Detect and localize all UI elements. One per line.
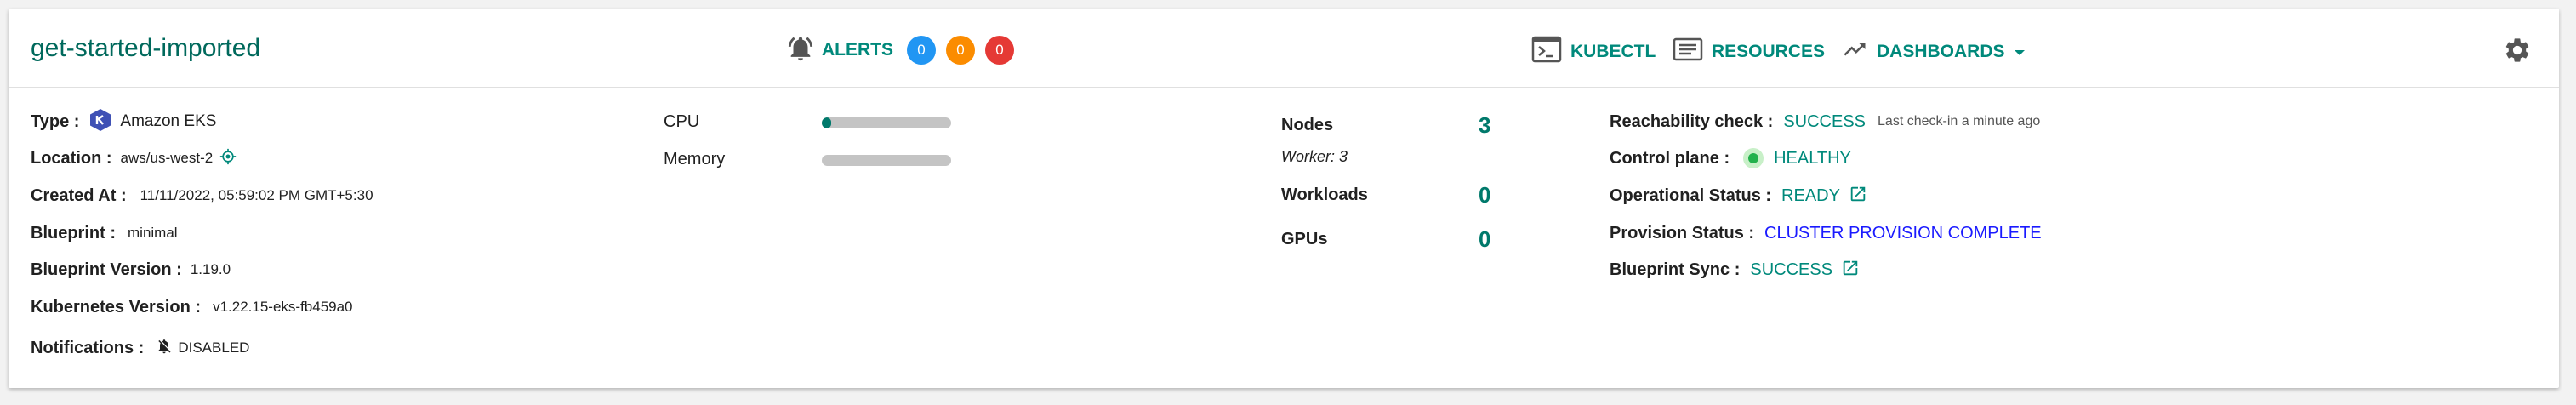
cpu-usage-bar bbox=[822, 117, 951, 128]
workloads-value[interactable]: 0 bbox=[1479, 182, 1490, 208]
healthy-status-dot-icon bbox=[1743, 148, 1764, 168]
resources-button[interactable]: RESOURCES bbox=[1673, 37, 1825, 66]
resources-label: RESOURCES bbox=[1712, 42, 1826, 61]
worker-count: Worker: 3 bbox=[1281, 148, 1348, 165]
alerts-section[interactable]: ALERTS 0 0 0 bbox=[786, 34, 1024, 66]
blueprint-version-row: Blueprint Version : 1.19.0 bbox=[31, 257, 231, 282]
memory-usage-bar bbox=[822, 155, 951, 166]
alert-count-warning-badge[interactable]: 0 bbox=[946, 36, 975, 65]
blueprint-version-label: Blueprint Version : bbox=[31, 260, 182, 279]
bell-alert-icon bbox=[786, 34, 815, 67]
workloads-label: Workloads bbox=[1281, 185, 1368, 204]
list-box-icon bbox=[1673, 37, 1712, 67]
open-external-icon[interactable] bbox=[1841, 259, 1860, 282]
blueprint-version-value: 1.19.0 bbox=[190, 261, 231, 277]
cpu-usage-fill bbox=[822, 117, 831, 128]
control-plane-label: Control plane : bbox=[1610, 148, 1730, 168]
reachability-label: Reachability check : bbox=[1610, 111, 1774, 131]
provision-status-row: Provision Status : CLUSTER PROVISION COM… bbox=[1610, 220, 2042, 246]
created-at-label: Created At : bbox=[31, 185, 127, 205]
trending-up-icon bbox=[1841, 37, 1877, 67]
card-header: get-started-imported ALERTS 0 0 0 KUBECT… bbox=[9, 9, 2559, 88]
kubectl-button[interactable]: KUBECTL bbox=[1531, 35, 1656, 69]
notifications-value: DISABLED bbox=[178, 339, 250, 356]
location-value: aws/us-west-2 bbox=[120, 150, 214, 166]
operational-status-row: Operational Status : READY bbox=[1610, 183, 1867, 208]
terminal-icon bbox=[1531, 35, 1570, 69]
cpu-label: CPU bbox=[664, 112, 700, 131]
operational-status-value: READY bbox=[1781, 185, 1840, 205]
dashboards-dropdown[interactable]: DASHBOARDS bbox=[1841, 37, 2034, 66]
gear-icon bbox=[2503, 38, 2532, 68]
blueprint-sync-label: Blueprint Sync : bbox=[1610, 260, 1741, 279]
reachability-row: Reachability check : SUCCESS Last check-… bbox=[1610, 109, 2040, 134]
location-row: Location : aws/us-west-2 bbox=[31, 145, 237, 171]
kubectl-label: KUBECTL bbox=[1570, 42, 1656, 61]
blueprint-value: minimal bbox=[128, 225, 178, 241]
settings-gear-button[interactable] bbox=[2503, 36, 2532, 69]
gpus-value[interactable]: 0 bbox=[1479, 226, 1490, 253]
operational-status-label: Operational Status : bbox=[1610, 185, 1772, 205]
eks-logo-icon bbox=[89, 108, 111, 136]
nodes-label: Nodes bbox=[1281, 116, 1334, 134]
bell-off-icon[interactable] bbox=[156, 338, 173, 359]
notifications-row: Notifications : DISABLED bbox=[31, 335, 249, 361]
blueprint-sync-value: SUCCESS bbox=[1750, 260, 1833, 279]
notifications-label: Notifications : bbox=[31, 338, 145, 357]
kubernetes-version-label: Kubernetes Version : bbox=[31, 297, 202, 317]
cluster-card: get-started-imported ALERTS 0 0 0 KUBECT… bbox=[9, 9, 2559, 388]
kubernetes-version-value: v1.22.15-eks-fb459a0 bbox=[213, 299, 353, 315]
kubernetes-version-row: Kubernetes Version : v1.22.15-eks-fb459a… bbox=[31, 294, 353, 320]
type-row: Type : Amazon EKS bbox=[31, 108, 217, 136]
reachability-value: SUCCESS bbox=[1783, 111, 1866, 131]
type-value: Amazon EKS bbox=[120, 112, 217, 130]
created-at-row: Created At : 11/11/2022, 05:59:02 PM GMT… bbox=[31, 183, 373, 208]
alerts-label: ALERTS bbox=[822, 40, 893, 60]
location-label: Location : bbox=[31, 148, 112, 168]
provision-status-label: Provision Status : bbox=[1610, 223, 1755, 242]
cluster-name-link[interactable]: get-started-imported bbox=[31, 34, 260, 63]
type-label: Type : bbox=[31, 111, 80, 131]
open-external-icon[interactable] bbox=[1849, 185, 1867, 208]
dashboards-label: DASHBOARDS bbox=[1877, 42, 2005, 61]
blueprint-label: Blueprint : bbox=[31, 223, 116, 242]
memory-label: Memory bbox=[664, 150, 726, 168]
gpus-label: GPUs bbox=[1281, 230, 1328, 248]
last-checkin-text: Last check-in a minute ago bbox=[1878, 114, 2041, 128]
caret-down-icon bbox=[2014, 42, 2034, 62]
created-at-value: 11/11/2022, 05:59:02 PM GMT+5:30 bbox=[140, 187, 373, 203]
blueprint-row: Blueprint : minimal bbox=[31, 220, 178, 246]
nodes-value[interactable]: 3 bbox=[1479, 112, 1490, 139]
alert-count-critical-badge[interactable]: 0 bbox=[985, 36, 1014, 65]
alert-count-info-badge[interactable]: 0 bbox=[907, 36, 936, 65]
control-plane-row: Control plane : HEALTHY bbox=[1610, 145, 1851, 171]
provision-status-value[interactable]: CLUSTER PROVISION COMPLETE bbox=[1764, 224, 2042, 243]
location-target-icon[interactable] bbox=[219, 148, 237, 169]
control-plane-value: HEALTHY bbox=[1774, 148, 1851, 168]
blueprint-sync-row: Blueprint Sync : SUCCESS bbox=[1610, 257, 1860, 282]
